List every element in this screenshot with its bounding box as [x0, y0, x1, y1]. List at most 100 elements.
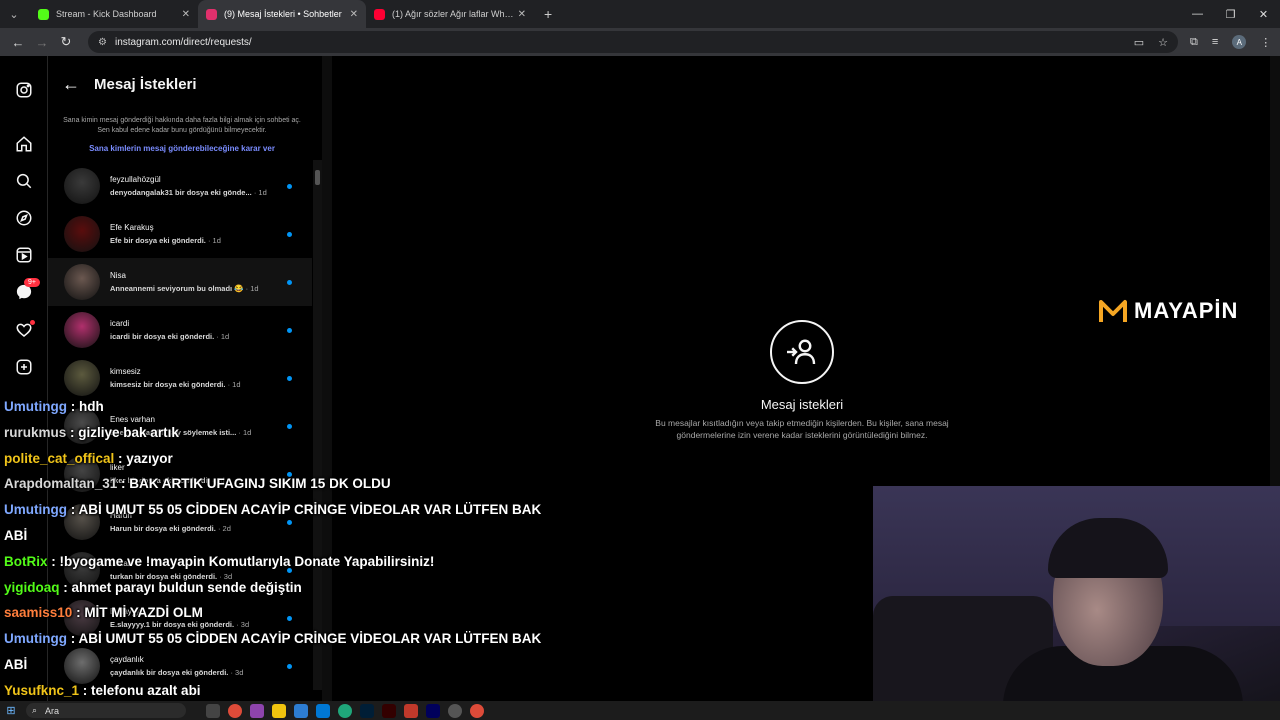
explore-icon[interactable] [14, 208, 34, 228]
edge-icon[interactable] [338, 703, 352, 718]
photoshop-icon[interactable] [360, 703, 374, 718]
store-icon[interactable] [294, 703, 308, 718]
request-preview: Efe bir dosya eki gönderdi. [110, 236, 206, 245]
chat-username: Umutingg [4, 502, 67, 518]
request-time: · 1d [207, 236, 221, 245]
windows-start-icon[interactable]: ⊞ [0, 701, 22, 720]
request-item[interactable]: Efe Karakuş Efe bir dosya eki gönderdi. … [48, 210, 312, 258]
avatar [64, 360, 100, 396]
menu-icon[interactable]: ⋮ [1260, 36, 1271, 49]
request-preview: kimsesiz bir dosya eki gönderdi. [110, 380, 226, 389]
tab-favicon-icon [206, 8, 217, 20]
request-preview: denyodangalak31 bir dosya eki gönde... [110, 188, 252, 197]
cast-icon[interactable]: ▭ [1134, 36, 1144, 49]
chat-username: rurukmus [4, 424, 67, 440]
avatar [64, 264, 100, 300]
request-time: · 1d [245, 284, 259, 293]
chat-username: Umutingg [4, 631, 67, 647]
request-item[interactable]: Nisa Anneannemi seviyorum bu olmadı 😂 · … [48, 258, 312, 306]
windows-taskbar: ⊞ ⌕ Ara [0, 701, 1280, 720]
request-username: icardi [110, 319, 130, 328]
webcam-feed [873, 486, 1280, 720]
chat-text: BAK ARTIK UFAGINJ SIKIM 15 DK OLDU [129, 476, 391, 492]
forward-icon[interactable]: → [30, 35, 54, 50]
list-scrollbar-thumb[interactable] [315, 170, 320, 185]
request-preview: Anneannemi seviyorum bu olmadı 😂 [110, 284, 244, 293]
search-icon: ⌕ [32, 705, 38, 715]
avatar [64, 216, 100, 252]
unread-dot [287, 376, 292, 381]
window-controls: — ❐ ✕ [1181, 0, 1280, 28]
browser-tab[interactable]: (1) Ağır sözler Ağır laflar Whats ✕ [366, 0, 534, 28]
chat-message: Umutingg : ABİ UMUT 55 05 CİDDEN ACAYİP … [4, 631, 542, 672]
tab-close-icon[interactable]: ✕ [350, 9, 358, 20]
premiere-icon[interactable] [426, 703, 440, 718]
message-requests-icon [770, 320, 834, 384]
browser-tab[interactable]: (9) Mesaj İstekleri • Sohbetler ✕ [198, 0, 366, 28]
taskbar-apps [206, 703, 484, 718]
extensions-icon[interactable]: ⧉ [1190, 36, 1198, 49]
logo-text: MAYAPİN [1134, 298, 1239, 323]
messages-badge: 9+ [24, 278, 40, 287]
media-icon[interactable]: ≡ [1212, 36, 1218, 48]
file-explorer-icon[interactable] [272, 703, 286, 718]
messenger-icon[interactable]: 9+ [14, 278, 40, 302]
chat-message: Arapdomaltan_31 : BAK ARTIK UFAGINJ SIKI… [4, 476, 391, 492]
chat-message: Umutingg : ABİ UMUT 55 05 CİDDEN ACAYİP … [4, 502, 542, 543]
notifications-heart-icon[interactable] [14, 320, 35, 340]
browser-tabstrip: ⌄ Stream - Kick Dashboard ✕ (9) Mesaj İs… [0, 0, 1280, 28]
tab-title: (9) Mesaj İstekleri • Sohbetler [224, 9, 342, 19]
request-item[interactable]: icardi icardi bir dosya eki gönderdi. · … [48, 306, 312, 354]
requests-info-text: Sana kimin mesaj gönderdiği hakkında dah… [63, 117, 301, 134]
browser-toolbar: ← → ↻ ⚙ instagram.com/direct/requests/ ▭… [0, 28, 1280, 56]
chat-text: ABİ UMUT 55 05 CİDDEN ACAYİP CRİNGE VİDE… [4, 502, 542, 543]
address-bar[interactable]: ⚙ instagram.com/direct/requests/ ▭ ☆ [88, 31, 1178, 53]
tab-title: Stream - Kick Dashboard [56, 9, 157, 19]
profile-avatar[interactable]: A [1232, 35, 1247, 49]
chrome-icon[interactable] [228, 703, 242, 718]
app-icon[interactable] [404, 703, 418, 718]
site-info-icon[interactable]: ⚙ [98, 37, 107, 48]
reload-icon[interactable]: ↻ [54, 34, 78, 50]
unread-dot [287, 232, 292, 237]
bookmark-star-icon[interactable]: ☆ [1158, 36, 1168, 49]
back-arrow-icon[interactable]: ← [62, 74, 80, 95]
outlook-icon[interactable] [316, 703, 330, 718]
create-icon[interactable] [14, 357, 34, 377]
restore-icon[interactable]: ❐ [1214, 8, 1247, 21]
chat-message: rurukmus : gizliye bak artık [4, 424, 179, 440]
chat-message: Yusufknc_1 : telefonu azalt abi [4, 682, 201, 698]
browser-tab[interactable]: Stream - Kick Dashboard ✕ [30, 0, 198, 28]
back-icon[interactable]: ← [6, 35, 30, 50]
chat-username: Arapdomaltan_31 [4, 476, 118, 492]
new-tab-button[interactable]: + [544, 6, 552, 22]
reels-icon[interactable] [14, 245, 34, 265]
instagram-logo-icon[interactable] [14, 80, 34, 100]
chat-text: ABİ UMUT 55 05 CİDDEN ACAYİP CRİNGE VİDE… [4, 631, 542, 672]
home-icon[interactable] [14, 134, 34, 154]
unread-dot [287, 328, 292, 333]
search-icon[interactable] [14, 171, 34, 191]
chat-message: saamiss10 : MİT Mİ YAZDİ OLM [4, 605, 203, 621]
chat-text: telefonu azalt abi [91, 682, 201, 698]
taskbar-search[interactable]: ⌕ Ara [26, 703, 186, 718]
chrome-active-icon[interactable] [470, 703, 484, 718]
minimize-icon[interactable]: — [1181, 8, 1214, 20]
chat-text: yazıyor [126, 450, 173, 466]
stream-logo: MAYAPİN [1098, 296, 1238, 326]
illustrator-icon[interactable] [382, 703, 396, 718]
request-item[interactable]: feyzullahözgül denyodangalak31 bir dosya… [48, 162, 312, 210]
obs-icon[interactable] [448, 703, 462, 718]
tab-close-icon[interactable]: ✕ [182, 9, 190, 20]
unread-dot [287, 184, 292, 189]
tab-close-icon[interactable]: ✕ [518, 9, 526, 20]
screen: ⌄ Stream - Kick Dashboard ✕ (9) Mesaj İs… [0, 0, 1280, 720]
copilot-icon[interactable] [250, 703, 264, 718]
chat-text: MİT Mİ YAZDİ OLM [84, 605, 203, 621]
chat-text: hdh [79, 399, 104, 414]
task-view-icon[interactable] [206, 703, 220, 718]
message-controls-link[interactable]: Sana kimlerin mesaj gönderebileceğine ka… [62, 144, 302, 153]
close-window-icon[interactable]: ✕ [1247, 8, 1280, 21]
tab-search-icon[interactable]: ⌄ [4, 4, 24, 24]
chat-text: ahmet parayı buldun sende değiştin [71, 579, 302, 595]
